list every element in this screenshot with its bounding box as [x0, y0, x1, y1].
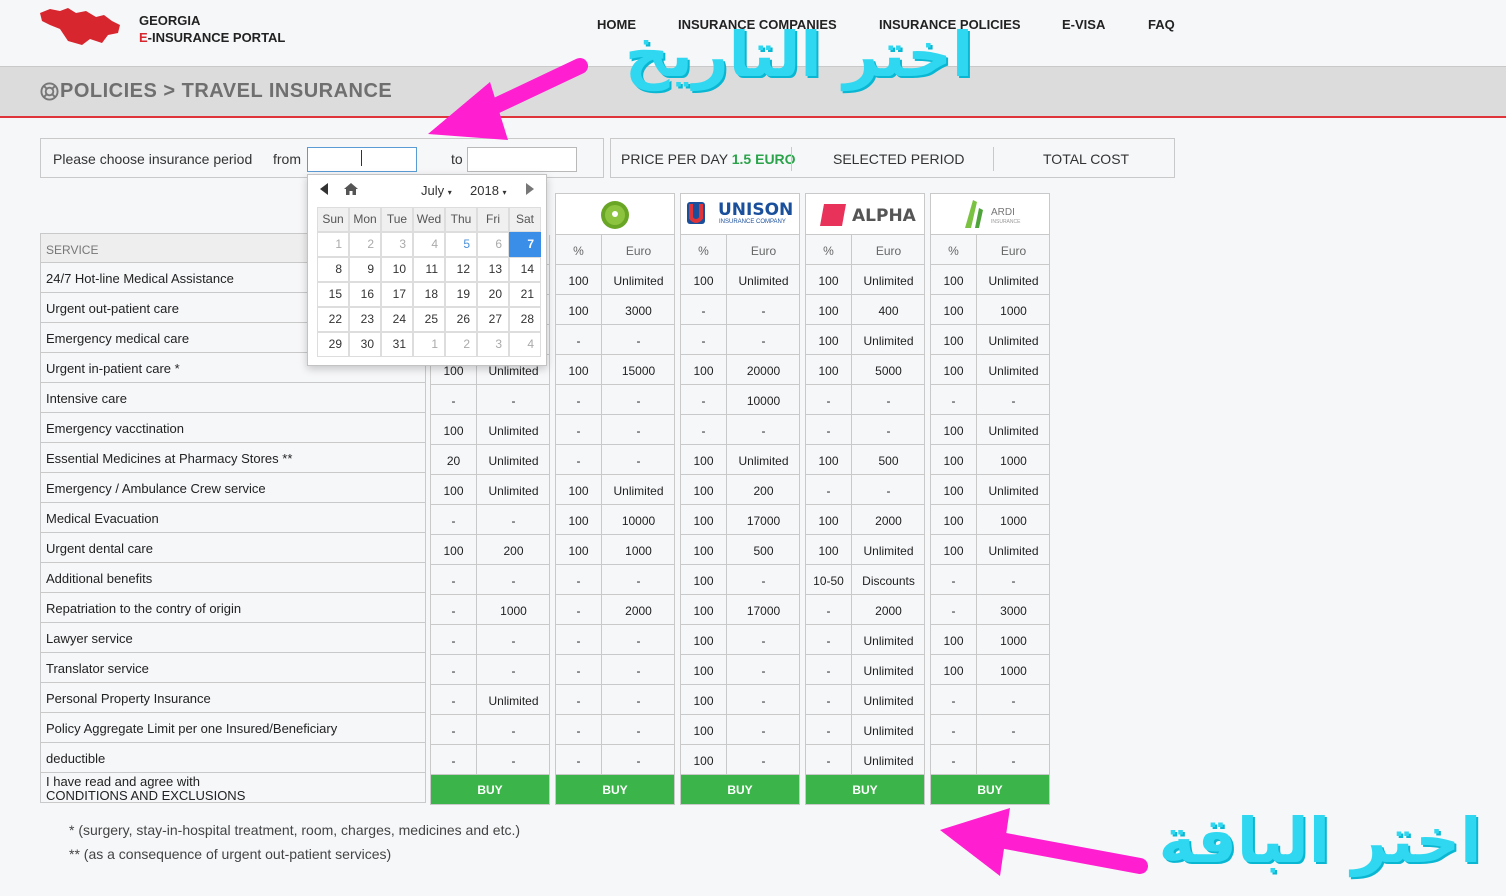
- arrow-to-date: [428, 58, 588, 140]
- annotation-choose-date: اختر التاريخ: [624, 18, 974, 91]
- annotation-arrows: [428, 58, 1148, 876]
- arrow-to-package: [940, 808, 1148, 876]
- annotation-choose-package: اختر الباقة: [1158, 804, 1482, 877]
